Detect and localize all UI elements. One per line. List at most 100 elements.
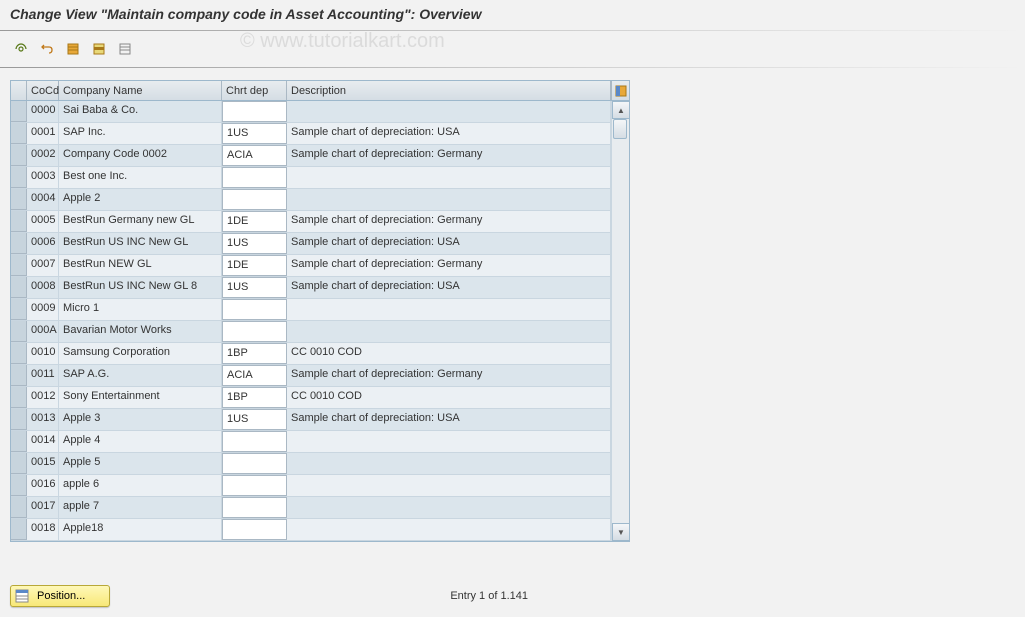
cell-description: Sample chart of depreciation: USA: [287, 123, 611, 144]
cell-company-name: Company Code 0002: [59, 145, 222, 166]
table-row[interactable]: 0016apple 6: [11, 475, 611, 497]
row-selector[interactable]: [11, 453, 27, 474]
row-selector[interactable]: [11, 497, 27, 518]
row-selector[interactable]: [11, 343, 27, 364]
cell-chrt-dep[interactable]: 1DE: [222, 211, 287, 232]
table-row[interactable]: 0008BestRun US INC New GL 81USSample cha…: [11, 277, 611, 299]
divider: [0, 30, 1025, 31]
table-row[interactable]: 0010Samsung Corporation1BPCC 0010 COD: [11, 343, 611, 365]
row-selector[interactable]: [11, 409, 27, 430]
table-row[interactable]: 0012Sony Entertainment1BPCC 0010 COD: [11, 387, 611, 409]
cell-company-name: apple 7: [59, 497, 222, 518]
select-all-button[interactable]: [62, 39, 84, 59]
column-company-name[interactable]: Company Name: [59, 81, 222, 100]
cell-chrt-dep[interactable]: 1BP: [222, 343, 287, 364]
row-selector[interactable]: [11, 101, 27, 122]
cell-chrt-dep[interactable]: [222, 497, 287, 518]
cell-chrt-dep[interactable]: [222, 299, 287, 320]
column-description[interactable]: Description: [287, 81, 611, 100]
row-selector[interactable]: [11, 519, 27, 540]
cell-chrt-dep[interactable]: [222, 321, 287, 342]
cell-cocd: 0004: [27, 189, 59, 210]
position-button[interactable]: Position...: [10, 585, 110, 607]
table-row[interactable]: 0000Sai Baba & Co.: [11, 101, 611, 123]
row-selector[interactable]: [11, 211, 27, 232]
column-chrt-dep[interactable]: Chrt dep: [222, 81, 287, 100]
cell-chrt-dep[interactable]: 1US: [222, 409, 287, 430]
row-selector[interactable]: [11, 431, 27, 452]
cell-description: [287, 453, 611, 474]
row-selector[interactable]: [11, 321, 27, 342]
table-row[interactable]: 0013Apple 31USSample chart of depreciati…: [11, 409, 611, 431]
row-selector[interactable]: [11, 365, 27, 386]
cell-description: [287, 321, 611, 342]
cell-chrt-dep[interactable]: [222, 475, 287, 496]
cell-cocd: 0009: [27, 299, 59, 320]
cell-description: [287, 299, 611, 320]
cell-chrt-dep[interactable]: ACIA: [222, 145, 287, 166]
cell-cocd: 0013: [27, 409, 59, 430]
cell-chrt-dep[interactable]: [222, 519, 287, 540]
cell-chrt-dep[interactable]: [222, 167, 287, 188]
cell-description: Sample chart of depreciation: Germany: [287, 211, 611, 232]
table-row[interactable]: 0007BestRun NEW GL1DESample chart of dep…: [11, 255, 611, 277]
table-row[interactable]: 0003Best one Inc.: [11, 167, 611, 189]
column-cocd[interactable]: CoCd: [27, 81, 59, 100]
row-selector[interactable]: [11, 277, 27, 298]
table-row[interactable]: 0018Apple18: [11, 519, 611, 541]
cell-cocd: 0018: [27, 519, 59, 540]
table-row[interactable]: 000ABavarian Motor Works: [11, 321, 611, 343]
scroll-down-button[interactable]: ▼: [612, 523, 630, 541]
cell-company-name: SAP A.G.: [59, 365, 222, 386]
deselect-all-button[interactable]: [114, 39, 136, 59]
row-selector[interactable]: [11, 387, 27, 408]
cell-chrt-dep[interactable]: [222, 101, 287, 122]
table-settings-button[interactable]: [611, 81, 629, 100]
cell-description: Sample chart of depreciation: USA: [287, 409, 611, 430]
row-selector[interactable]: [11, 189, 27, 210]
select-block-button[interactable]: [88, 39, 110, 59]
column-selector[interactable]: [11, 81, 27, 100]
table-row[interactable]: 0009Micro 1: [11, 299, 611, 321]
cell-chrt-dep[interactable]: 1BP: [222, 387, 287, 408]
table-row[interactable]: 0017apple 7: [11, 497, 611, 519]
scroll-thumb[interactable]: [613, 119, 627, 139]
cell-cocd: 0012: [27, 387, 59, 408]
row-selector[interactable]: [11, 123, 27, 144]
scroll-up-button[interactable]: ▲: [612, 101, 630, 119]
row-selector[interactable]: [11, 145, 27, 166]
cell-chrt-dep[interactable]: [222, 189, 287, 210]
cell-company-name: apple 6: [59, 475, 222, 496]
toolbar: [0, 35, 1025, 63]
cell-company-name: Bavarian Motor Works: [59, 321, 222, 342]
table-row[interactable]: 0014Apple 4: [11, 431, 611, 453]
row-selector[interactable]: [11, 255, 27, 276]
undo-button[interactable]: [36, 39, 58, 59]
table-row[interactable]: 0006BestRun US INC New GL1USSample chart…: [11, 233, 611, 255]
cell-chrt-dep[interactable]: 1US: [222, 123, 287, 144]
cell-chrt-dep[interactable]: [222, 453, 287, 474]
cell-description: Sample chart of depreciation: USA: [287, 233, 611, 254]
scroll-track[interactable]: [612, 119, 629, 523]
cell-cocd: 0002: [27, 145, 59, 166]
table-row[interactable]: 0001SAP Inc.1USSample chart of depreciat…: [11, 123, 611, 145]
table-row[interactable]: 0011SAP A.G.ACIASample chart of deprecia…: [11, 365, 611, 387]
table-row[interactable]: 0005BestRun Germany new GL1DESample char…: [11, 211, 611, 233]
cell-description: [287, 431, 611, 452]
cell-chrt-dep[interactable]: 1US: [222, 233, 287, 254]
table-row[interactable]: 0002Company Code 0002ACIASample chart of…: [11, 145, 611, 167]
cell-chrt-dep[interactable]: ACIA: [222, 365, 287, 386]
divider: [0, 67, 1025, 68]
cell-chrt-dep[interactable]: [222, 431, 287, 452]
row-selector[interactable]: [11, 233, 27, 254]
cell-chrt-dep[interactable]: 1DE: [222, 255, 287, 276]
table-row[interactable]: 0004Apple 2: [11, 189, 611, 211]
vertical-scrollbar: ▲ ▼: [611, 101, 629, 541]
other-view-button[interactable]: [10, 39, 32, 59]
table-row[interactable]: 0015Apple 5: [11, 453, 611, 475]
row-selector[interactable]: [11, 475, 27, 496]
row-selector[interactable]: [11, 299, 27, 320]
row-selector[interactable]: [11, 167, 27, 188]
cell-chrt-dep[interactable]: 1US: [222, 277, 287, 298]
page-header: Change View "Maintain company code in As…: [0, 0, 1025, 26]
